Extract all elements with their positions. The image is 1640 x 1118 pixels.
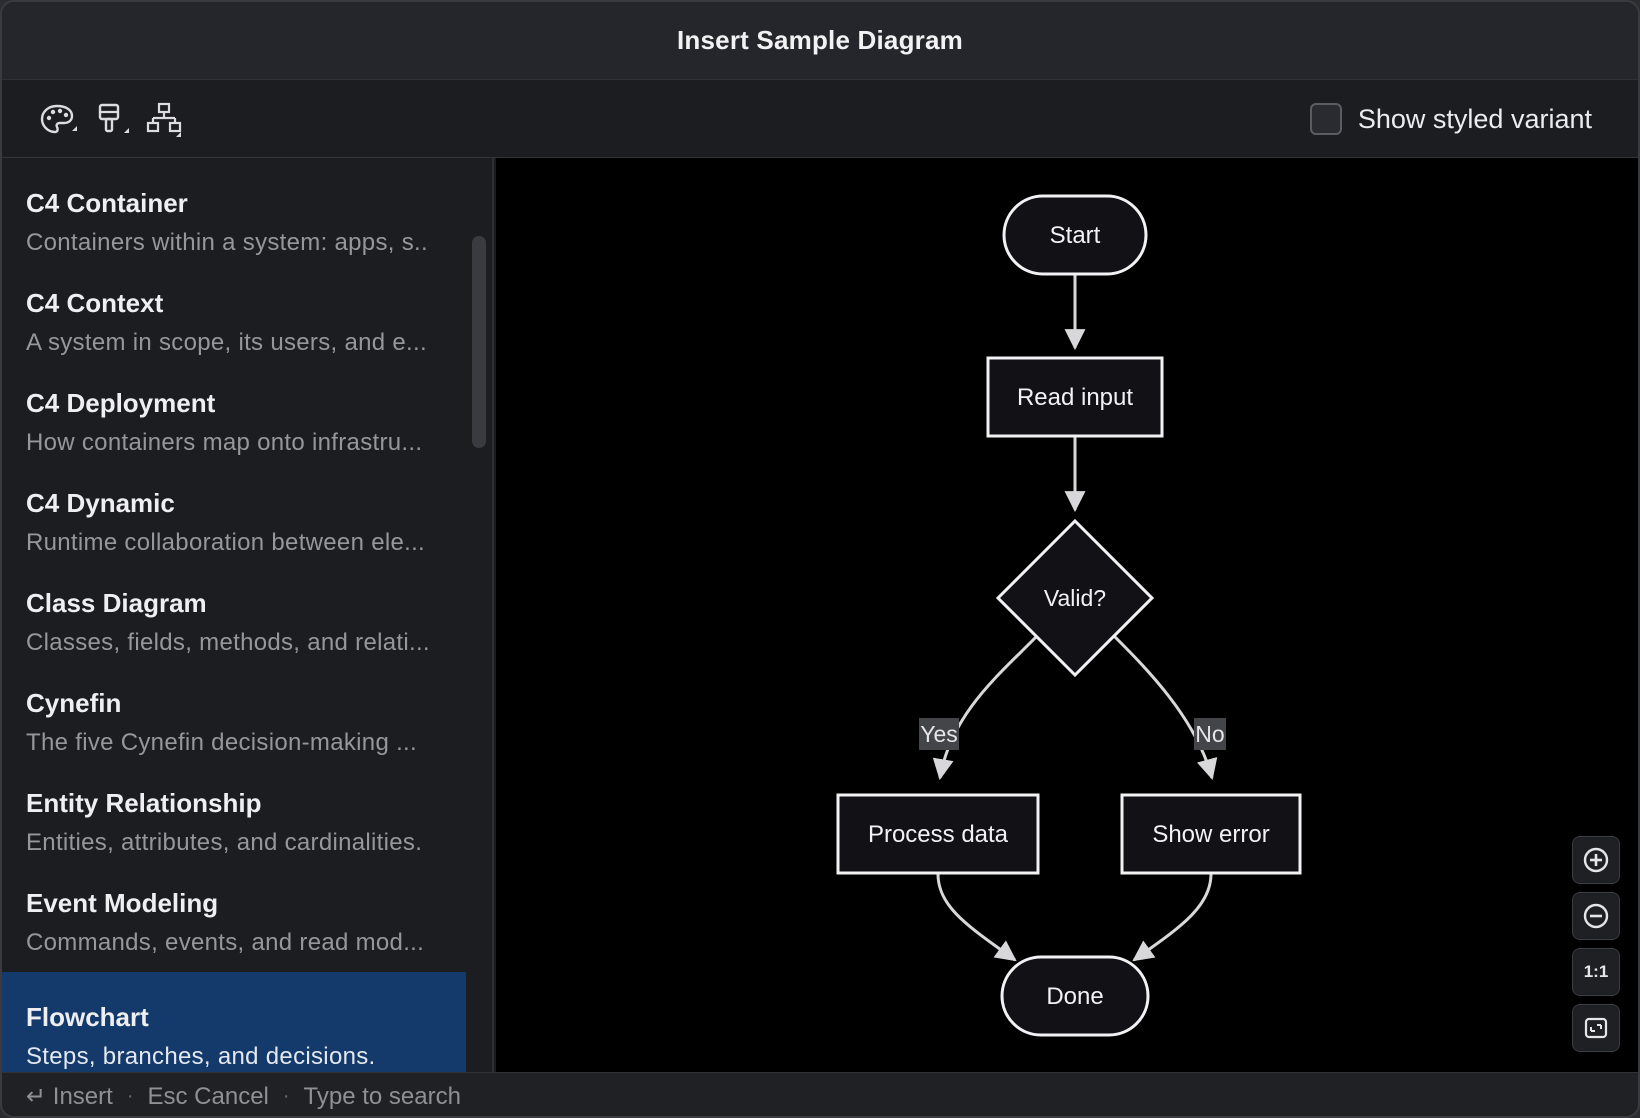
list-item-c4-context[interactable]: C4 Context A system in scope, its users,… xyxy=(2,258,466,358)
item-title: Entity Relationship xyxy=(26,788,262,818)
item-title: C4 Dynamic xyxy=(26,488,175,518)
styled-variant-checkbox[interactable] xyxy=(1309,103,1342,135)
item-description: Commands, events, and read mod... xyxy=(26,929,425,956)
list-item-class-diagram[interactable]: Class Diagram Classes, fields, methods, … xyxy=(2,558,466,658)
node-process-data-label: Process data xyxy=(868,821,1009,848)
node-valid-label: Valid? xyxy=(1044,585,1106,611)
item-title: C4 Container xyxy=(26,188,188,218)
zoom-in-icon xyxy=(1583,847,1609,873)
item-title: C4 Context xyxy=(26,288,164,318)
list-item-entity-relationship[interactable]: Entity Relationship Entities, attributes… xyxy=(2,758,466,858)
item-title: Cynefin xyxy=(26,688,122,718)
hint-separator: · xyxy=(126,1085,134,1107)
format-brush-button[interactable] xyxy=(92,100,132,140)
item-description: A system in scope, its users, and e... xyxy=(26,329,427,356)
fit-view-icon xyxy=(1584,1017,1608,1039)
list-scrollbar[interactable] xyxy=(472,236,486,448)
list-item-c4-dynamic[interactable]: C4 Dynamic Runtime collaboration between… xyxy=(2,458,466,558)
toolbar: Show styled variant xyxy=(2,80,1638,158)
edge-error-done xyxy=(1132,873,1213,962)
edge-process-done xyxy=(936,873,1017,962)
title-bar: Insert Sample Diagram xyxy=(2,2,1638,80)
item-title: Event Modeling xyxy=(26,888,219,918)
hierarchy-icon xyxy=(146,102,182,137)
keyboard-hints-footer: ↵ Insert · Esc Cancel · Type to search xyxy=(2,1072,1638,1116)
edge-label-no: No xyxy=(1195,721,1224,747)
palette-icon xyxy=(40,104,77,134)
item-description: The five Cynefin decision-making ... xyxy=(26,729,417,756)
item-description: How containers map onto infrastru... xyxy=(26,429,423,456)
item-description: Containers within a system: apps, s.. xyxy=(26,229,428,256)
zoom-reset-button[interactable]: 1:1 xyxy=(1572,948,1620,996)
hint-search: Type to search xyxy=(303,1082,461,1110)
show-styled-variant-toggle[interactable]: Show styled variant xyxy=(1309,102,1592,136)
list-item-c4-container[interactable]: C4 Container Containers within a system:… xyxy=(2,158,466,258)
list-item-flowchart[interactable]: Flowchart Steps, branches, and decisions… xyxy=(2,972,466,1072)
edge-label-yes: Yes xyxy=(920,721,958,747)
list-item-c4-deployment[interactable]: C4 Deployment How containers map onto in… xyxy=(2,358,466,458)
flowchart-diagram: Yes No Start Read input Valid? Process d… xyxy=(836,194,1302,1037)
item-title: Flowchart xyxy=(26,1002,149,1032)
hint-cancel: Esc Cancel xyxy=(147,1082,269,1110)
styled-variant-label: Show styled variant xyxy=(1357,103,1592,134)
insert-sample-diagram-dialog: Insert Sample Diagram Show styled varian… xyxy=(0,0,1640,1118)
edge-valid-process xyxy=(932,634,1039,781)
list-item-cynefin[interactable]: Cynefin The five Cynefin decision-making… xyxy=(2,658,466,758)
node-read-input-label: Read input xyxy=(1017,384,1133,411)
diagram-preview-canvas[interactable]: Yes No Start Read input Valid? Process d… xyxy=(496,158,1638,1072)
diagram-list: C4 Container Containers within a system:… xyxy=(2,158,494,1072)
palette-button[interactable] xyxy=(38,100,78,140)
node-done-label: Done xyxy=(1046,983,1103,1010)
item-description: Runtime collaboration between ele... xyxy=(26,529,426,556)
item-title: Class Diagram xyxy=(26,588,207,618)
edge-valid-error xyxy=(1112,634,1218,781)
list-item-event-modeling[interactable]: Event Modeling Commands, events, and rea… xyxy=(2,858,466,958)
brush-icon xyxy=(98,103,129,133)
node-start-label: Start xyxy=(1050,222,1101,249)
zoom-in-button[interactable] xyxy=(1572,836,1620,884)
item-title: C4 Deployment xyxy=(26,388,216,418)
item-description: Classes, fields, methods, and relati... xyxy=(26,629,430,656)
zoom-reset-label: 1:1 xyxy=(1583,962,1609,981)
layout-button[interactable] xyxy=(144,100,184,140)
hint-separator: · xyxy=(282,1085,290,1107)
item-description: Steps, branches, and decisions. xyxy=(26,1043,376,1070)
zoom-out-button[interactable] xyxy=(1572,892,1620,940)
fit-to-view-button[interactable] xyxy=(1572,1004,1620,1052)
node-show-error-label: Show error xyxy=(1152,821,1269,848)
dialog-title: Insert Sample Diagram xyxy=(677,25,963,55)
zoom-out-icon xyxy=(1583,903,1609,929)
hint-insert: ↵ Insert xyxy=(26,1083,113,1110)
item-description: Entities, attributes, and cardinalities. xyxy=(26,829,423,856)
